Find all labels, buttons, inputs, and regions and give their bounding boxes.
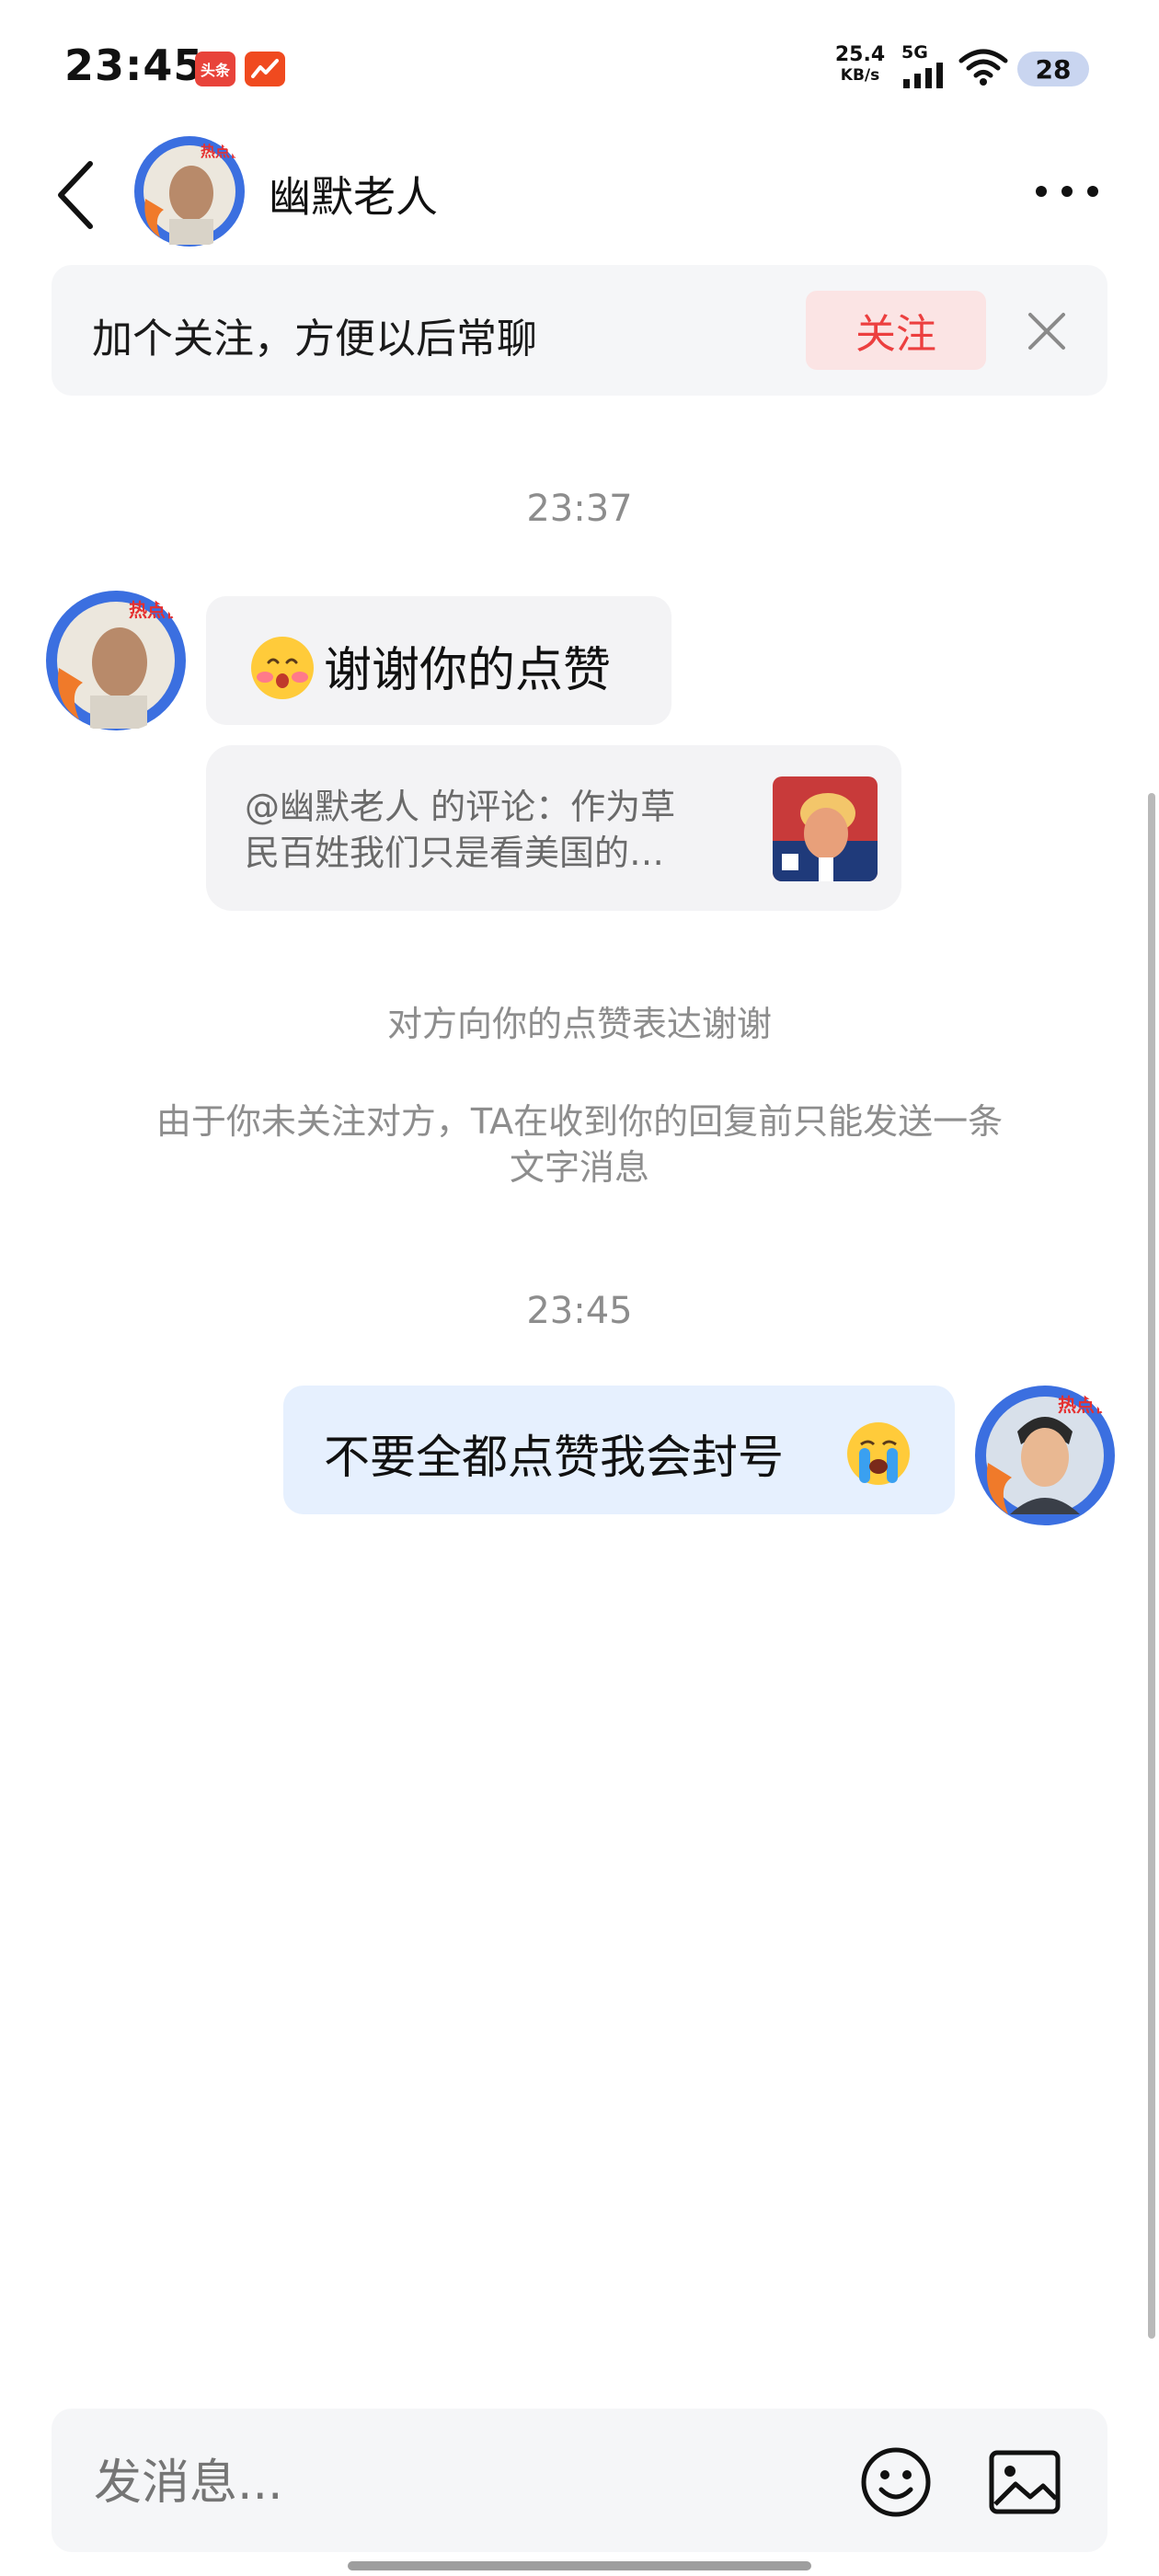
comment-line-2: 民百姓我们只是看美国的…: [245, 833, 665, 873]
contact-message-avatar[interactable]: 热点侠: [44, 589, 188, 732]
message-timestamp: 23:45: [526, 1290, 633, 1332]
close-icon[interactable]: [1023, 307, 1071, 355]
scrollbar[interactable]: [1148, 793, 1155, 2339]
message-timestamp: 23:37: [526, 488, 633, 530]
emoji-icon[interactable]: [859, 2445, 933, 2519]
message-input[interactable]: [92, 2455, 795, 2512]
contact-avatar[interactable]: 热点侠: [132, 134, 247, 248]
network-speed-value: 25.4: [834, 43, 886, 66]
system-note-thanks: 对方向你的点赞表达谢谢: [386, 1004, 772, 1044]
more-dots-icon[interactable]: [1034, 180, 1100, 202]
wifi-icon: [958, 49, 1008, 86]
network-type-label: 5G: [901, 42, 928, 63]
battery-indicator: 28: [1017, 52, 1089, 86]
contact-name[interactable]: 幽默老人: [269, 164, 438, 224]
outgoing-message-text: 不要全都点赞我会封号: [324, 1431, 784, 1484]
system-note-line-2: 文字消息: [509, 1147, 649, 1188]
image-icon[interactable]: [988, 2447, 1061, 2517]
comment-thumbnail[interactable]: [773, 776, 878, 881]
network-speed: 25.4 KB/s: [828, 44, 892, 86]
avatar-badge-text: 热点侠: [1058, 1394, 1114, 1416]
system-note-restriction: 由于你未关注对方，TA在收到你的回复前只能发送一条 文字消息: [0, 1098, 1159, 1190]
back-arrow-icon[interactable]: [53, 158, 99, 232]
comment-reference-text: @幽默老人 的评论：作为草 民百姓我们只是看美国的…: [245, 784, 732, 876]
toutiao-label: 头条: [200, 62, 230, 79]
crying-face-emoji: [847, 1422, 910, 1485]
signal-bars-icon: [903, 63, 943, 88]
status-time: 23:45: [64, 40, 204, 90]
avatar-badge-text: 热点侠: [201, 143, 246, 160]
my-avatar[interactable]: 热点侠: [973, 1384, 1117, 1527]
follow-banner-text: 加个关注，方便以后常聊: [92, 316, 537, 362]
network-speed-unit: KB/s: [840, 66, 880, 85]
blushing-face-emoji: [251, 637, 314, 699]
comment-line-1: @幽默老人 的评论：作为草: [245, 787, 676, 827]
home-indicator[interactable]: [348, 2561, 811, 2570]
follow-button[interactable]: 关注: [806, 291, 986, 370]
avatar-badge-text: 热点侠: [129, 599, 185, 621]
trend-app-icon: [245, 52, 285, 86]
system-note-line-1: 由于你未关注对方，TA在收到你的回复前只能发送一条: [155, 1101, 1004, 1142]
incoming-message-text: 谢谢你的点赞: [324, 643, 612, 698]
toutiao-app-icon: 头条: [195, 52, 235, 86]
